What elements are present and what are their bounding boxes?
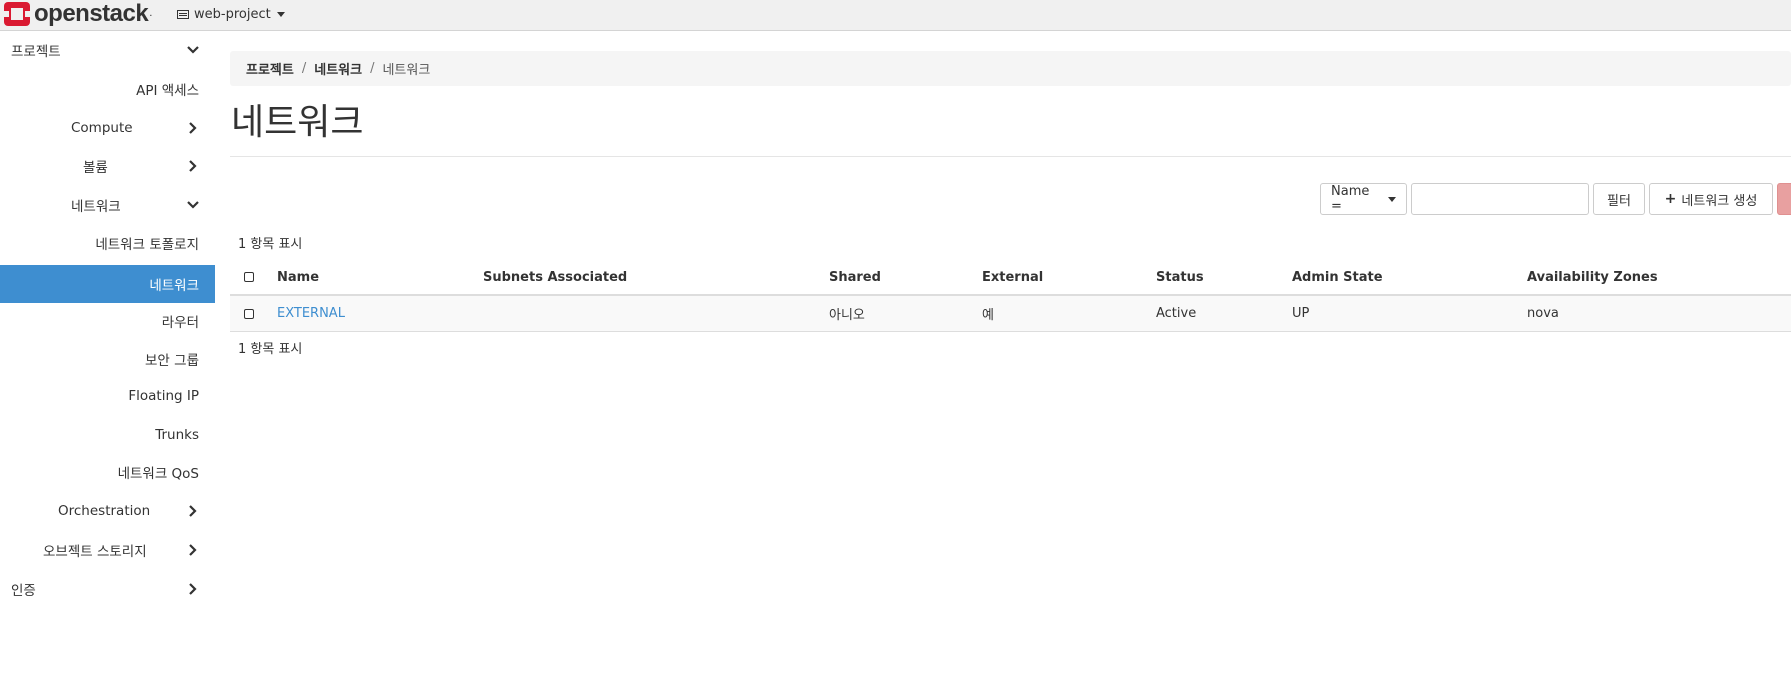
row-checkbox[interactable] <box>244 296 254 331</box>
project-selector-label: web-project <box>194 6 271 22</box>
openstack-logo[interactable]: openstack . <box>4 0 152 27</box>
chevron-down-icon <box>186 43 200 57</box>
filter-field-label: Name = <box>1331 184 1370 214</box>
sidebar-item-routers[interactable]: 라우터 <box>0 302 215 340</box>
breadcrumb-separator: / <box>301 61 307 76</box>
project-icon <box>177 9 189 19</box>
title-divider <box>230 156 1791 157</box>
cell-availability-zones: nova <box>1527 306 1559 321</box>
sidebar-item-label: 오브젝트 스토리지 <box>43 544 147 560</box>
delete-networks-button[interactable] <box>1777 183 1791 215</box>
filter-field-dropdown[interactable]: Name = <box>1320 183 1407 215</box>
sidebar-item-network-group[interactable]: 네트워크 <box>0 186 215 224</box>
cell-shared: 아니오 <box>829 308 865 323</box>
sidebar: 프로젝트 API 액세스 Compute 볼륨 네트워크 네트워크 토폴로지 네… <box>0 31 215 690</box>
logo-text: openstack <box>34 0 149 27</box>
sidebar-item-label: 프로젝트 <box>11 44 61 60</box>
column-header-name[interactable]: Name <box>277 260 319 294</box>
openstack-logo-icon <box>4 1 30 26</box>
sidebar-item-volumes[interactable]: 볼륨 <box>0 147 215 185</box>
sidebar-item-network-topology[interactable]: 네트워크 토폴로지 <box>0 224 215 262</box>
top-navbar: openstack . web-project <box>0 0 1791 31</box>
filter-button-label: 필터 <box>1607 193 1631 209</box>
sidebar-item-label: 보안 그룹 <box>145 353 199 369</box>
logo-trademark: . <box>149 8 153 19</box>
sidebar-item-label: 네트워크 QoS <box>117 466 199 482</box>
column-header-subnets[interactable]: Subnets Associated <box>483 260 627 294</box>
sidebar-item-label: API 액세스 <box>136 83 199 99</box>
chevron-right-icon <box>186 159 200 173</box>
chevron-right-icon <box>186 543 200 557</box>
chevron-right-icon <box>186 121 200 135</box>
sidebar-item-label: 볼륨 <box>83 160 108 176</box>
sidebar-item-label: Trunks <box>155 427 199 443</box>
sidebar-item-floating-ip[interactable]: Floating IP <box>0 377 215 415</box>
breadcrumb-network-group[interactable]: 네트워크 <box>314 59 362 78</box>
chevron-down-icon <box>186 198 200 212</box>
sidebar-item-security-groups[interactable]: 보안 그룹 <box>0 340 215 378</box>
chevron-right-icon <box>186 582 200 596</box>
item-count-bottom: 1 항목 표시 <box>238 342 303 357</box>
filter-button[interactable]: 필터 <box>1593 183 1645 215</box>
cell-status: Active <box>1156 306 1197 321</box>
sidebar-item-label: Compute <box>71 120 133 136</box>
sidebar-item-project[interactable]: 프로젝트 <box>0 31 215 69</box>
column-header-availability-zones[interactable]: Availability Zones <box>1527 260 1658 294</box>
item-count-top: 1 항목 표시 <box>238 237 303 252</box>
sidebar-item-identity[interactable]: 인증 <box>0 570 215 608</box>
project-selector[interactable]: web-project <box>177 4 285 24</box>
networks-table: Name Subnets Associated Shared External … <box>230 260 1791 332</box>
sidebar-item-label: 라우터 <box>161 315 199 331</box>
sidebar-item-network-qos[interactable]: 네트워크 QoS <box>0 453 215 491</box>
breadcrumb-project[interactable]: 프로젝트 <box>246 59 294 78</box>
cell-admin-state: UP <box>1292 306 1310 321</box>
network-name-link[interactable]: EXTERNAL <box>277 296 345 331</box>
breadcrumb: 프로젝트 / 네트워크 / 네트워크 <box>230 51 1791 86</box>
main-content: 프로젝트 / 네트워크 / 네트워크 네트워크 Name = 필터 + 네트워크… <box>230 31 1791 690</box>
caret-down-icon <box>276 11 285 17</box>
cell-external: 예 <box>982 308 994 323</box>
caret-down-icon <box>1388 196 1396 202</box>
sidebar-item-label: Floating IP <box>128 388 199 404</box>
sidebar-item-api-access[interactable]: API 액세스 <box>0 70 215 108</box>
sidebar-item-label: Orchestration <box>58 503 151 519</box>
sidebar-item-label: 네트워크 토폴로지 <box>95 237 199 253</box>
create-network-label: 네트워크 생성 <box>1681 193 1758 209</box>
sidebar-item-object-storage[interactable]: 오브젝트 스토리지 <box>0 531 215 569</box>
table-row: EXTERNAL 아니오 예 Active UP nova <box>230 296 1791 332</box>
sidebar-item-compute[interactable]: Compute <box>0 109 215 147</box>
breadcrumb-separator: / <box>370 61 375 76</box>
page-title: 네트워크 <box>231 102 364 143</box>
sidebar-item-orchestration[interactable]: Orchestration <box>0 492 215 530</box>
column-header-status[interactable]: Status <box>1156 260 1204 294</box>
column-header-shared[interactable]: Shared <box>829 260 881 294</box>
table-header: Name Subnets Associated Shared External … <box>230 260 1791 296</box>
chevron-right-icon <box>186 504 200 518</box>
sidebar-item-label: 인증 <box>11 583 36 599</box>
column-header-admin-state[interactable]: Admin State <box>1292 260 1383 294</box>
create-network-button[interactable]: + 네트워크 생성 <box>1649 183 1773 215</box>
sidebar-item-label: 네트워크 <box>149 278 199 294</box>
filter-input[interactable] <box>1411 183 1589 215</box>
column-header-external[interactable]: External <box>982 260 1043 294</box>
plus-icon: + <box>1664 191 1677 207</box>
table-actions: Name = 필터 + 네트워크 생성 <box>1320 183 1791 215</box>
sidebar-item-trunks[interactable]: Trunks <box>0 416 215 454</box>
breadcrumb-networks: 네트워크 <box>382 63 431 78</box>
sidebar-item-networks[interactable]: 네트워크 <box>0 265 215 303</box>
select-all-checkbox[interactable] <box>244 260 254 294</box>
sidebar-item-label: 네트워크 <box>71 199 121 215</box>
